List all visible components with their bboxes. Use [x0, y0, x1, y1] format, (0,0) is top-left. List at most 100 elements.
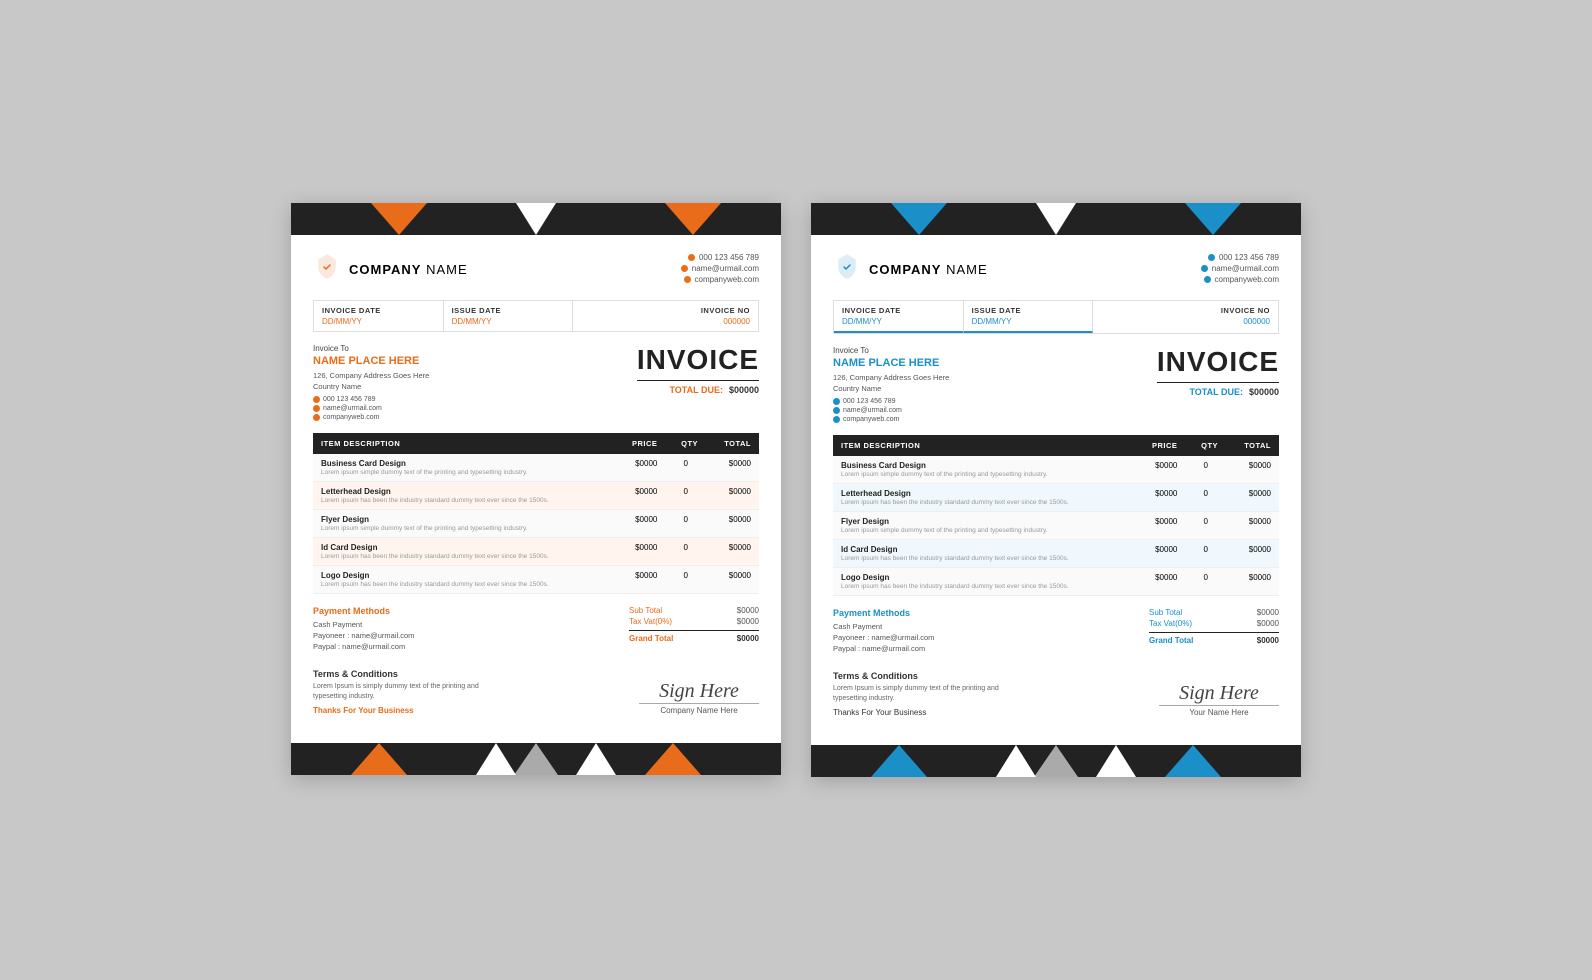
sign-line-blue [1159, 705, 1279, 706]
client-phone-dot-orange [313, 396, 320, 403]
invoice-date-label-orange: INVOICE DATE [322, 306, 435, 315]
logo-icon-blue [833, 253, 861, 286]
terms-title-blue: Terms & Conditions [833, 671, 1003, 681]
top-tri-left-orange [371, 203, 427, 235]
table-row: Letterhead Design Lorem ipsum has been t… [833, 484, 1279, 512]
bot-tri2-blue [1165, 745, 1221, 777]
item-qty: 0 [665, 482, 706, 510]
sign-cursive-orange: Sign Here [639, 680, 759, 703]
thanks-orange: Thanks For Your Business [313, 706, 483, 715]
item-price: $0000 [1134, 512, 1185, 540]
to-label-orange: Invoice To [313, 344, 429, 353]
email-dot-blue [1201, 265, 1208, 272]
to-name-blue: NAME PLACE HERE [833, 357, 949, 369]
invoice-title-orange: INVOICE TOTAL DUE: $00000 [637, 344, 759, 395]
item-qty: 0 [665, 510, 706, 538]
table-row: Id Card Design Lorem ipsum has been the … [313, 538, 759, 566]
invoice-to-orange: Invoice To NAME PLACE HERE 126, Company … [313, 344, 429, 423]
tax-value-blue: $0000 [1257, 619, 1279, 628]
issue-date-value-blue: DD/MM/YY [972, 317, 1085, 326]
item-desc: Letterhead Design Lorem ipsum has been t… [833, 484, 1134, 512]
client-email-dot-blue [833, 407, 840, 414]
invoice-to-blue: Invoice To NAME PLACE HERE 126, Company … [833, 346, 949, 425]
bot-w2-orange [476, 743, 516, 775]
terms-blue: Terms & Conditions Lorem Ipsum is simply… [833, 671, 1003, 717]
item-qty: 0 [1185, 456, 1226, 484]
address-orange: 126, Company Address Goes HereCountry Na… [313, 371, 429, 392]
totals-area-orange: Sub Total $0000 Tax Vat(0%) $0000 Grand … [629, 606, 759, 653]
item-total: $0000 [706, 510, 759, 538]
issue-date-value-orange: DD/MM/YY [452, 317, 565, 326]
client-contact-blue: 000 123 456 789 name@urmail.com companyw… [833, 398, 949, 423]
client-web-orange: companyweb.com [323, 414, 379, 421]
item-desc: Logo Design Lorem ipsum has been the ind… [833, 568, 1134, 596]
pm-paypal-blue: Paypal : name@urmail.com [833, 644, 934, 653]
top-white-tri-blue [1036, 203, 1076, 235]
terms-title-orange: Terms & Conditions [313, 669, 483, 679]
terms-text-orange: Lorem Ipsum is simply dummy text of the … [313, 682, 483, 702]
payment-section-orange: Payment Methods Cash Payment Payoneer : … [313, 606, 759, 653]
info-section-orange: Invoice To NAME PLACE HERE 126, Company … [313, 344, 759, 423]
grand-row-blue: Grand Total $0000 [1149, 632, 1279, 645]
invoice-title-blue: INVOICE TOTAL DUE: $00000 [1157, 346, 1279, 397]
col-qty-orange: QTY [665, 433, 706, 454]
item-price: $0000 [614, 510, 665, 538]
to-name-orange: NAME PLACE HERE [313, 355, 429, 367]
total-due-orange: TOTAL DUE: $00000 [637, 380, 759, 395]
table-row: Flyer Design Lorem ipsum simple dummy te… [833, 512, 1279, 540]
table-row: Letterhead Design Lorem ipsum has been t… [313, 482, 759, 510]
pm-cash-orange: Cash Payment [313, 620, 414, 629]
payment-methods-orange: Payment Methods Cash Payment Payoneer : … [313, 606, 414, 653]
tax-row-orange: Tax Vat(0%) $0000 [629, 617, 759, 626]
pm-payoneer-orange: Payoneer : name@urmail.com [313, 631, 414, 640]
client-contact-orange: 000 123 456 789 name@urmail.com companyw… [313, 396, 429, 421]
sign-line-orange [639, 703, 759, 704]
table-row: Logo Design Lorem ipsum has been the ind… [833, 568, 1279, 596]
contact-info-orange: 000 123 456 789 name@urmail.com companyw… [681, 253, 759, 286]
header-blue: COMPANY NAME 000 123 456 789 name@urmail… [833, 253, 1279, 286]
web-orange: companyweb.com [695, 275, 759, 284]
logo-area-orange: COMPANY NAME [313, 253, 468, 286]
contact-info-blue: 000 123 456 789 name@urmail.com companyw… [1201, 253, 1279, 286]
terms-orange: Terms & Conditions Lorem Ipsum is simply… [313, 669, 483, 715]
client-email-dot-orange [313, 405, 320, 412]
total-due-value-orange: $00000 [729, 385, 759, 395]
client-phone-blue: 000 123 456 789 [843, 398, 896, 405]
item-total: $0000 [1226, 484, 1279, 512]
phone-orange: 000 123 456 789 [699, 253, 759, 262]
subtotal-row-orange: Sub Total $0000 [629, 606, 759, 615]
to-label-blue: Invoice To [833, 346, 949, 355]
bot-w1-orange [576, 743, 616, 775]
table-row: Business Card Design Lorem ipsum simple … [313, 454, 759, 482]
client-web-blue: companyweb.com [843, 416, 899, 423]
phone-dot-orange [688, 254, 695, 261]
col-desc-blue: ITEM DESCRIPTION [833, 435, 1134, 456]
invoice-date-value-orange: DD/MM/YY [322, 317, 435, 326]
subtotal-label-blue: Sub Total [1149, 608, 1182, 617]
company-name-orange: COMPANY NAME [349, 262, 468, 277]
col-qty-blue: QTY [1185, 435, 1226, 456]
item-desc: Flyer Design Lorem ipsum simple dummy te… [833, 512, 1134, 540]
item-price: $0000 [614, 566, 665, 594]
signature-blue: Sign Here Your Name Here [1159, 682, 1279, 717]
pm-title-blue: Payment Methods [833, 608, 934, 618]
footer-blue: Terms & Conditions Lorem Ipsum is simply… [833, 671, 1279, 717]
client-phone-dot-blue [833, 398, 840, 405]
totals-area-blue: Sub Total $0000 Tax Vat(0%) $0000 Grand … [1149, 608, 1279, 655]
total-due-blue: TOTAL DUE: $00000 [1157, 382, 1279, 397]
item-desc: Letterhead Design Lorem ipsum has been t… [313, 482, 614, 510]
big-title-blue: INVOICE [1157, 346, 1279, 378]
tax-value-orange: $0000 [737, 617, 759, 626]
bot-w2-blue [996, 745, 1036, 777]
grand-label-orange: Grand Total [629, 634, 673, 643]
invoice-no-label-orange: INVOICE NO [581, 306, 750, 315]
item-desc: Id Card Design Lorem ipsum has been the … [833, 540, 1134, 568]
item-total: $0000 [706, 454, 759, 482]
item-price: $0000 [1134, 484, 1185, 512]
invoice-no-label-blue: INVOICE NO [1101, 306, 1270, 315]
payment-methods-blue: Payment Methods Cash Payment Payoneer : … [833, 608, 934, 655]
bot-tri1-orange [351, 743, 407, 775]
invoice-date-cell-orange: INVOICE DATE DD/MM/YY [314, 301, 444, 331]
item-desc: Id Card Design Lorem ipsum has been the … [313, 538, 614, 566]
web-blue: companyweb.com [1215, 275, 1279, 284]
